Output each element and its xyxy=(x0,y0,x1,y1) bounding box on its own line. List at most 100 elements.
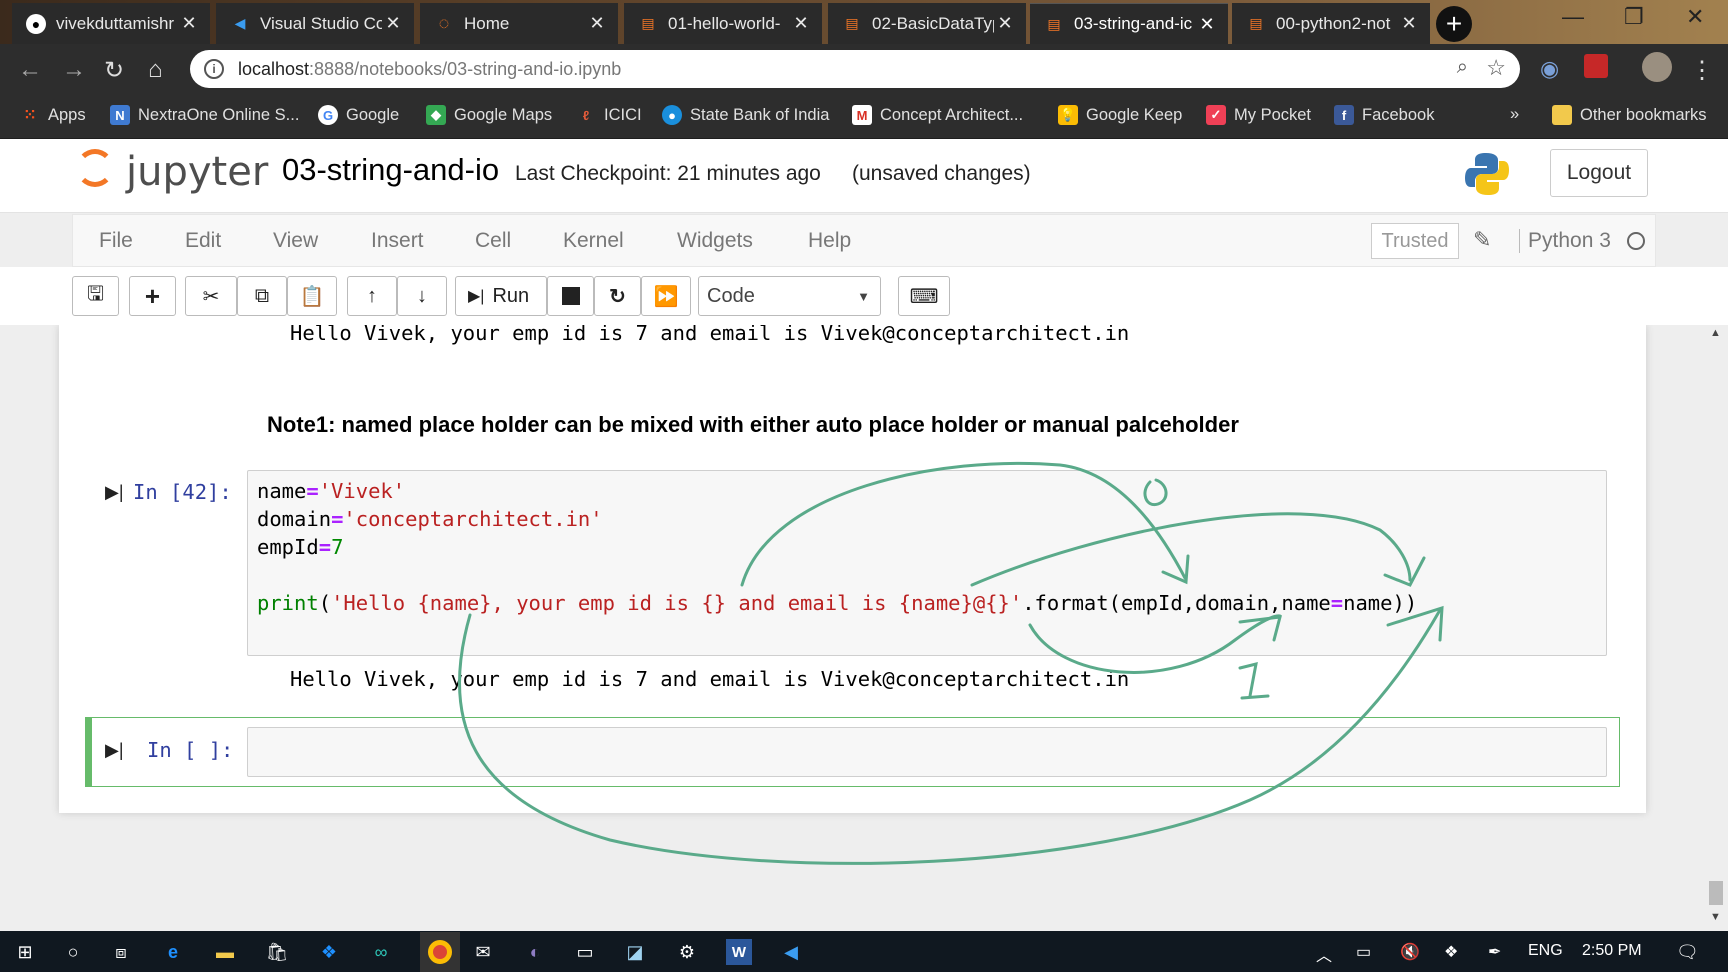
move-down-button[interactable]: ↓ xyxy=(397,276,447,316)
notifications-icon[interactable]: 🗨 xyxy=(1676,942,1699,963)
bookmark-my-pocket[interactable]: ✓ My Pocket xyxy=(1206,105,1311,125)
paste-button[interactable]: 📋 xyxy=(287,276,337,316)
vertical-scrollbar[interactable]: ▲ ▼ xyxy=(1704,325,1728,931)
site-info-icon[interactable]: i xyxy=(204,59,224,79)
close-tab-icon[interactable]: ✕ xyxy=(1398,13,1420,34)
close-tab-icon[interactable]: ✕ xyxy=(1196,14,1218,35)
tab-basic-data-types[interactable]: ▤ 02-BasicDataTyp ✕ xyxy=(828,3,1026,44)
logout-button[interactable]: Logout xyxy=(1550,149,1648,197)
more-bookmarks-button[interactable]: » xyxy=(1510,105,1519,124)
bookmark-sbi[interactable]: ● State Bank of India xyxy=(662,105,829,125)
run-cell-icon[interactable]: ▶| xyxy=(105,482,124,503)
volume-muted-icon[interactable]: 🔇 xyxy=(1400,942,1420,962)
menu-kebab-icon[interactable]: ⋮ xyxy=(1690,56,1714,85)
cell-type-select[interactable]: Code ▼ xyxy=(698,276,881,316)
arduino-icon[interactable]: ∞ xyxy=(368,939,394,965)
move-up-button[interactable]: ↑ xyxy=(347,276,397,316)
extension-icon[interactable]: ◉ xyxy=(1540,56,1559,82)
close-tab-icon[interactable]: ✕ xyxy=(382,13,404,34)
windows-start-icon[interactable]: ⊞ xyxy=(12,939,38,965)
bookmark-google-maps[interactable]: ◆ Google Maps xyxy=(426,105,552,125)
tray-chevron-up-icon[interactable]: ︿ xyxy=(1316,942,1332,966)
clock[interactable]: 2:50 PM xyxy=(1582,942,1642,960)
bookmark-apps[interactable]: ⁙ Apps xyxy=(20,105,85,125)
dropbox-icon[interactable]: ❖ xyxy=(316,939,342,965)
edge-icon[interactable]: e xyxy=(160,939,186,965)
vscode-taskbar-icon[interactable]: ◀ xyxy=(778,939,804,965)
close-tab-icon[interactable]: ✕ xyxy=(586,13,608,34)
word-icon[interactable]: W xyxy=(726,939,752,965)
run-button[interactable]: ▶| Run xyxy=(455,276,547,316)
menu-file[interactable]: File xyxy=(99,229,133,253)
chrome-icon[interactable] xyxy=(420,932,460,972)
dropbox-tray-icon[interactable]: ❖ xyxy=(1444,942,1458,962)
edit-pencil-icon[interactable]: ✎ xyxy=(1473,227,1491,253)
mail-icon[interactable]: ✉ xyxy=(470,939,496,965)
terminal-icon[interactable]: ▭ xyxy=(572,939,598,965)
back-icon[interactable]: ← xyxy=(18,56,42,84)
copy-button[interactable]: ⧉ xyxy=(237,276,287,316)
bookmark-google[interactable]: G Google xyxy=(318,105,399,125)
scroll-down-icon[interactable]: ▼ xyxy=(1710,911,1721,923)
menu-widgets[interactable]: Widgets xyxy=(677,229,753,253)
task-view-icon[interactable]: ⧈ xyxy=(108,939,134,965)
menu-view[interactable]: View xyxy=(273,229,318,253)
close-tab-icon[interactable]: ✕ xyxy=(790,13,812,34)
tab-vscode[interactable]: ◀ Visual Studio Co ✕ xyxy=(216,3,414,44)
menu-cell[interactable]: Cell xyxy=(475,229,511,253)
close-window-icon[interactable]: ✕ xyxy=(1686,4,1704,30)
extension-red-icon[interactable] xyxy=(1584,54,1608,78)
notes-icon[interactable]: ◪ xyxy=(622,939,648,965)
address-bar[interactable]: i localhost:8888/notebooks/03-string-and… xyxy=(190,50,1520,88)
home-icon[interactable]: ⌂ xyxy=(148,56,163,84)
profile-avatar[interactable] xyxy=(1642,52,1672,82)
trusted-badge[interactable]: Trusted xyxy=(1371,223,1459,259)
tab-github[interactable]: ● vivekduttamishr ✕ xyxy=(12,3,210,44)
jupyter-logo-icon[interactable] xyxy=(76,149,114,187)
bookmark-facebook[interactable]: f Facebook xyxy=(1334,105,1434,125)
input-language[interactable]: ENG xyxy=(1528,942,1563,960)
tab-python2-notes[interactable]: ▤ 00-python2-not ✕ xyxy=(1232,3,1430,44)
interrupt-button[interactable] xyxy=(547,276,594,316)
code-cell-input[interactable]: name='Vivek' domain='conceptarchitect.in… xyxy=(247,470,1607,656)
forward-icon[interactable]: → xyxy=(62,56,86,84)
cortana-icon[interactable]: ○ xyxy=(60,939,86,965)
minimize-icon[interactable]: — xyxy=(1562,4,1584,30)
store-icon[interactable]: 🛍 xyxy=(264,939,290,965)
run-cell-icon[interactable]: ▶| xyxy=(105,740,124,761)
cut-button[interactable]: ✂ xyxy=(185,276,237,316)
settings-gear-icon[interactable]: ⚙ xyxy=(674,939,700,965)
tab-string-and-io[interactable]: ▤ 03-string-and-ic ✕ xyxy=(1030,3,1228,44)
save-button[interactable]: 🖫 xyxy=(72,276,119,316)
tab-home[interactable]: ◌ Home ✕ xyxy=(420,3,618,44)
menu-edit[interactable]: Edit xyxy=(185,229,221,253)
command-palette-button[interactable]: ⌨ xyxy=(898,276,950,316)
new-tab-button[interactable]: + xyxy=(1436,6,1472,42)
jupyter-logo-text[interactable]: jupyter xyxy=(126,149,268,195)
battery-icon[interactable]: ▭ xyxy=(1356,942,1371,962)
close-tab-icon[interactable]: ✕ xyxy=(994,13,1016,34)
menu-help[interactable]: Help xyxy=(808,229,851,253)
menu-kernel[interactable]: Kernel xyxy=(563,229,624,253)
scroll-thumb[interactable] xyxy=(1709,881,1723,905)
insert-cell-button[interactable]: + xyxy=(129,276,176,316)
tab-hello-world[interactable]: ▤ 01-hello-world- ✕ xyxy=(624,3,822,44)
eclipse-icon[interactable]: ◐ xyxy=(522,939,548,965)
bookmark-star-icon[interactable]: ☆ xyxy=(1486,55,1506,81)
menu-insert[interactable]: Insert xyxy=(371,229,424,253)
scroll-up-icon[interactable]: ▲ xyxy=(1710,327,1721,339)
pen-icon[interactable]: ✒ xyxy=(1488,942,1501,962)
file-explorer-icon[interactable]: ▬ xyxy=(212,939,238,965)
zoom-icon[interactable]: ⌕ xyxy=(1457,56,1468,79)
bookmark-concept-architect[interactable]: M Concept Architect... xyxy=(852,105,1023,125)
reload-icon[interactable]: ↻ xyxy=(104,56,124,85)
close-tab-icon[interactable]: ✕ xyxy=(178,13,200,34)
restore-icon[interactable]: ❐ xyxy=(1624,4,1644,30)
bookmark-nextraone[interactable]: N NextraOne Online S... xyxy=(110,105,299,125)
empty-code-input[interactable] xyxy=(247,727,1607,777)
bookmark-icici[interactable]: ℓ ICICI xyxy=(576,105,642,125)
restart-button[interactable]: ↻ xyxy=(594,276,641,316)
other-bookmarks-folder[interactable]: Other bookmarks xyxy=(1552,105,1707,125)
bookmark-google-keep[interactable]: 💡 Google Keep xyxy=(1058,105,1182,125)
restart-run-all-button[interactable]: ⏩ xyxy=(641,276,691,316)
